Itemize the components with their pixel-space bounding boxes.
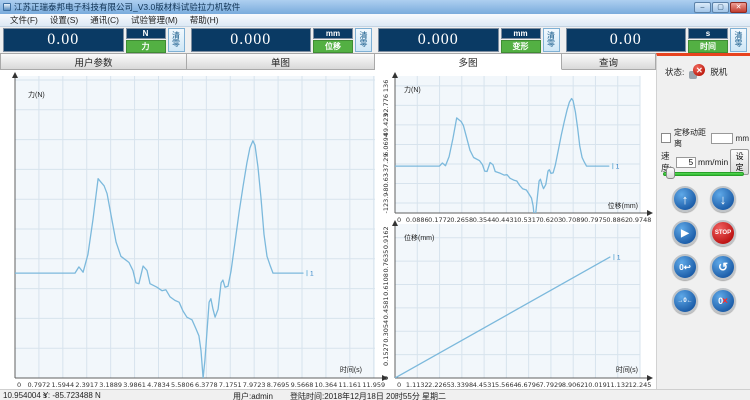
menu-file[interactable]: 文件(F) [4, 14, 44, 26]
fixed-distance-label: 定移动距离 [674, 127, 708, 149]
cursor-time: 10.954004 s [3, 391, 47, 400]
app-icon [3, 3, 11, 11]
slider-thumb[interactable] [666, 167, 675, 179]
deformation-unit: mm [501, 28, 541, 39]
force-label: 力 [126, 40, 166, 53]
displacement-clear-button[interactable]: 清零 [355, 28, 372, 52]
close-button[interactable]: ✕ [730, 2, 747, 13]
tab-query[interactable]: 查询 [562, 53, 656, 70]
statusbar: 10.954004 s Y: -85.723488 N 用户:admin 登陆时… [0, 389, 750, 400]
up-arrow-icon: ↑ [682, 192, 689, 207]
window-title: 江苏正瑞泰邦电子科技有限公司_V3.0版材料试验拉力机软件 [14, 1, 694, 13]
force-display-group: 0.00 N 力 清零 [3, 28, 185, 52]
displacement-display-group: 0.000 mm 位移 清零 [191, 28, 373, 52]
displacement-unit: mm [313, 28, 353, 39]
minimize-button[interactable]: – [694, 2, 711, 13]
slider-track [663, 172, 744, 176]
rotate-return-icon: ↺ [718, 260, 728, 274]
tab-user-params[interactable]: 用户参数 [0, 53, 187, 70]
displacement-label: 位移 [313, 40, 353, 53]
fixed-distance-unit: mm [736, 134, 749, 143]
control-panel: 状态: ✕ 脱机 定移动距离 mm 速度: mm/min 设定 ↑ ↓ ▶ ST… [656, 53, 750, 389]
time-unit: s [688, 28, 728, 39]
time-display-group: 0.00 s 时间 清零 [566, 28, 748, 52]
tab-single-graph[interactable]: 单图 [187, 53, 375, 70]
menubar: 文件(F) 设置(S) 通讯(C) 试验管理(M) 帮助(H) [0, 14, 750, 27]
status-value: 脱机 [710, 66, 727, 78]
time-value: 0.00 [566, 28, 687, 52]
jog-down-button[interactable]: ↓ [710, 186, 736, 212]
center-zero-icon: →0← [677, 298, 692, 304]
stop-button[interactable]: STOP [710, 220, 736, 246]
deformation-label: 变形 [501, 40, 541, 53]
plug-disconnected-icon: ✕ [689, 64, 705, 79]
time-label: 时间 [688, 40, 728, 53]
force-clear-button[interactable]: 清零 [168, 28, 185, 52]
fixed-distance-checkbox[interactable] [661, 133, 671, 143]
deformation-value: 0.000 [378, 28, 499, 52]
return-zero-icon: 0↩ [679, 262, 691, 273]
speed-input[interactable] [676, 157, 696, 168]
tabstrip: 用户参数 单图 多图 查询 [0, 53, 656, 70]
display-row: 0.00 N 力 清零 0.000 mm 位移 清零 0.000 mm 变形 清… [0, 27, 750, 53]
menu-help[interactable]: 帮助(H) [184, 14, 225, 26]
speed-slider[interactable] [663, 167, 744, 179]
fixed-distance-input[interactable] [711, 133, 733, 144]
cursor-force: Y: -85.723488 N [43, 391, 101, 400]
menu-settings[interactable]: 设置(S) [44, 14, 84, 26]
return-zero-button[interactable]: 0↩ [672, 254, 698, 280]
clamp-return-button[interactable]: ↺ [710, 254, 736, 280]
down-arrow-icon: ↓ [720, 192, 727, 207]
play-icon: ▶ [681, 228, 689, 239]
red-x-icon: × [722, 296, 728, 307]
deformation-clear-button[interactable]: 清零 [543, 28, 560, 52]
stop-icon: STOP [715, 230, 731, 236]
displacement-value: 0.000 [191, 28, 312, 52]
menu-comm[interactable]: 通讯(C) [84, 14, 125, 26]
force-unit: N [126, 28, 166, 39]
tab-multi-graph[interactable]: 多图 [375, 53, 562, 70]
menu-test-manage[interactable]: 试验管理(M) [125, 14, 184, 26]
speed-unit: mm/min [698, 157, 728, 167]
clear-display-button[interactable]: 0× [710, 288, 736, 314]
maximize-button[interactable]: ▢ [712, 2, 729, 13]
deformation-display-group: 0.000 mm 变形 清零 [378, 28, 560, 52]
logged-user: 用户:admin [233, 391, 273, 400]
time-clear-button[interactable]: 清零 [730, 28, 747, 52]
force-value: 0.00 [3, 28, 124, 52]
status-label: 状态: [665, 66, 684, 78]
charts-area [0, 70, 656, 389]
run-button[interactable]: ▶ [672, 220, 698, 246]
login-time: 登陆时间:2018年12月18日 20时55分 星期二 [290, 391, 446, 400]
app-window: 江苏正瑞泰邦电子科技有限公司_V3.0版材料试验拉力机软件 – ▢ ✕ 文件(F… [0, 0, 750, 400]
titlebar: 江苏正瑞泰邦电子科技有限公司_V3.0版材料试验拉力机软件 – ▢ ✕ [0, 0, 750, 14]
jog-up-button[interactable]: ↑ [672, 186, 698, 212]
position-zero-button[interactable]: →0← [672, 288, 698, 314]
